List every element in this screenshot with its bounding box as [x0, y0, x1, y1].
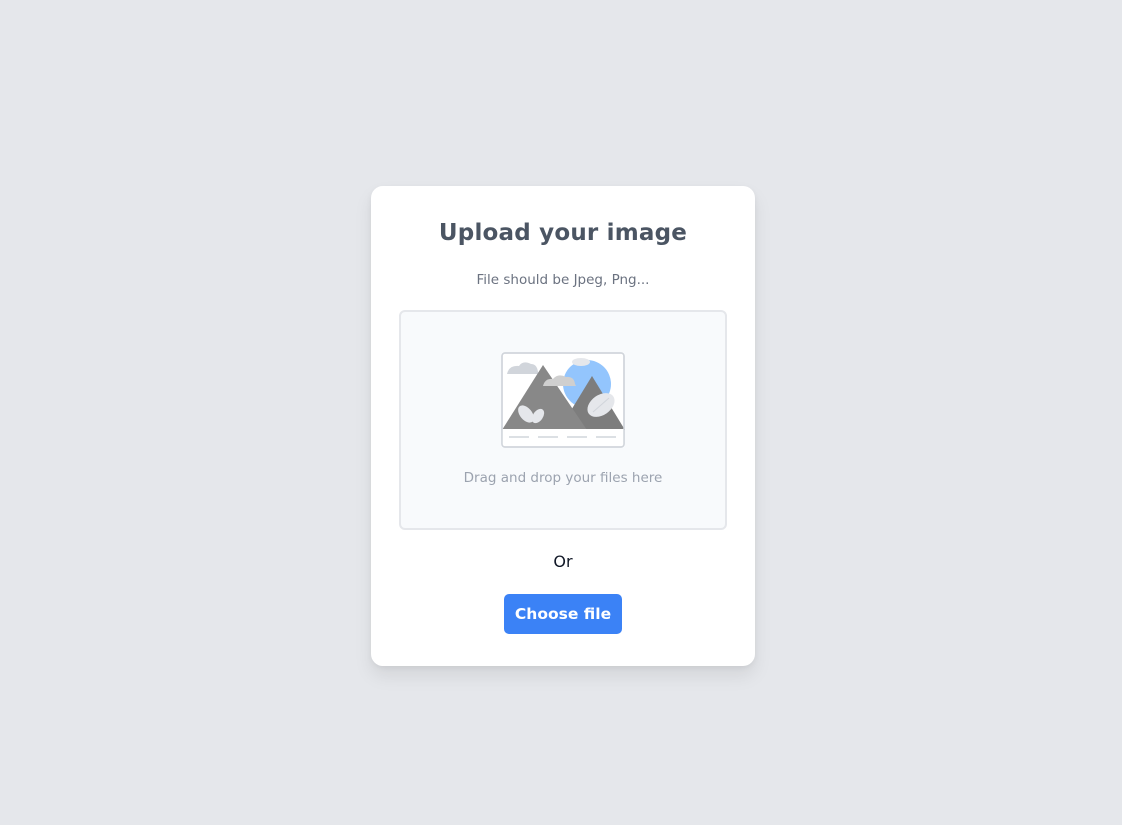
- upload-subtitle: File should be Jpeg, Png...: [476, 272, 650, 288]
- image-placeholder-icon: [501, 352, 625, 448]
- dropzone-label: Drag and drop your files here: [463, 470, 663, 486]
- choose-file-button[interactable]: Choose file: [504, 594, 622, 634]
- upload-card: Upload your image File should be Jpeg, P…: [371, 186, 755, 666]
- or-separator: Or: [553, 552, 573, 571]
- upload-title: Upload your image: [438, 220, 688, 246]
- dropzone[interactable]: Drag and drop your files here: [399, 310, 727, 530]
